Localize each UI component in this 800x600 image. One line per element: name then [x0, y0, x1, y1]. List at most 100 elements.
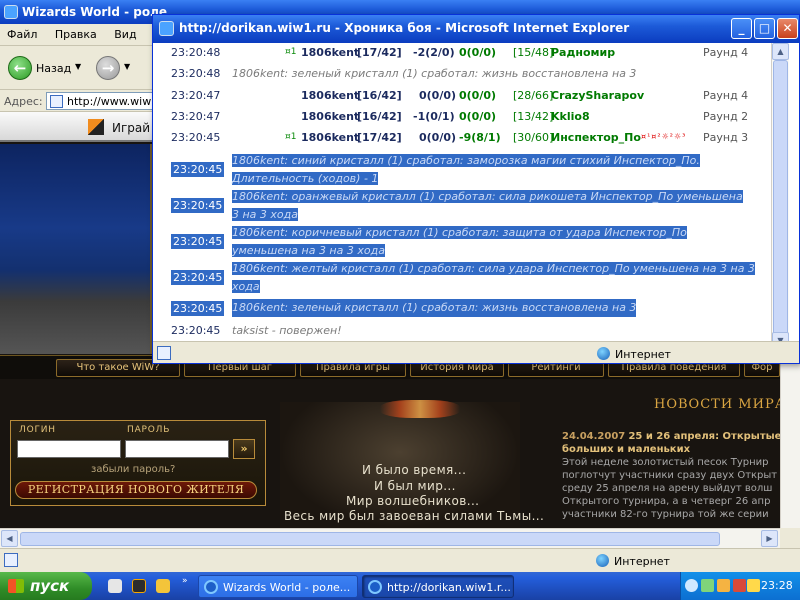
minimize-button[interactable]: _ — [731, 18, 752, 39]
log-time: 23:20:45 — [171, 270, 225, 285]
log-row: 23:20:47 1806kent [16/42] 0(0/0) 0(0/0) … — [155, 86, 771, 106]
quicklaunch-app-icon[interactable] — [108, 579, 122, 593]
back-dropdown-icon[interactable]: ▼ — [75, 62, 81, 71]
page-horizontal-scrollbar[interactable]: ◀ ▶ — [0, 528, 780, 548]
register-button[interactable]: РЕГИСТРАЦИЯ НОВОГО ЖИТЕЛЯ — [15, 481, 257, 499]
log-message: 1806kent: зеленый кристалл (1) сработал:… — [232, 299, 637, 317]
popup-titlebar[interactable]: http://dorikan.wiw1.ru - Хроника боя - M… — [153, 15, 799, 43]
tray-expand-icon[interactable] — [685, 579, 698, 592]
login-submit-button[interactable]: » — [233, 439, 255, 459]
taskbar-battle-chronicle[interactable]: http://dorikan.wiw1.r... — [362, 575, 514, 598]
log-row: 23:20:45 taksist - повержен! — [155, 321, 771, 341]
log-time: 23:20:45 — [171, 301, 225, 316]
tray-network-icon[interactable] — [701, 579, 714, 592]
log-vertical-scrollbar[interactable]: ▲ ▼ — [771, 43, 789, 351]
play-label[interactable]: Играй — [112, 121, 150, 135]
log-time: 23:20:47 — [171, 89, 221, 102]
opponent-name[interactable]: Инспектор_По — [551, 131, 641, 144]
log-time: 23:20:45 — [171, 162, 225, 177]
player-hp: [16/42] — [357, 110, 402, 123]
password-input[interactable] — [125, 440, 229, 458]
start-label: пуск — [30, 577, 70, 595]
play-logo-icon — [88, 119, 104, 135]
background-window-title: Wizards World - роле — [22, 5, 168, 19]
damage-dealt: 0(0/0) — [419, 89, 457, 102]
news-body-line: поглотчут участники сразу двух Открыт — [562, 470, 778, 481]
log-message-line: уменьшена на 3 на 3 хода — [232, 244, 385, 257]
quicklaunch-folder-icon[interactable] — [156, 579, 170, 593]
opponent-name[interactable]: Kklio8 — [551, 110, 590, 123]
news-headline-cont[interactable]: больших и маленьких — [562, 444, 690, 455]
menu-edit[interactable]: Правка — [48, 24, 104, 41]
log-message: 1806kent: оранжевый кристалл (1) сработа… — [232, 188, 768, 224]
opponent-name[interactable]: CrazySharapov — [551, 89, 644, 102]
scroll-left-icon[interactable]: ◀ — [1, 530, 18, 547]
log-time: 23:20:45 — [171, 198, 225, 213]
log-row-selected: 23:20:45 1806kent: желтый кристалл (1) с… — [155, 260, 771, 296]
damage-taken: -9(8/1) — [459, 131, 501, 144]
background-status-bar: Интернет — [0, 548, 800, 572]
log-time: 23:20:45 — [171, 131, 221, 144]
ie-icon — [204, 580, 218, 594]
log-row-selected: 23:20:45 1806kent: синий кристалл (1) ср… — [155, 152, 771, 188]
menu-file[interactable]: Файл — [0, 24, 44, 41]
log-message-line: 3 на 3 хода — [232, 208, 299, 221]
windows-flag-icon — [8, 579, 24, 593]
scroll-right-icon[interactable]: ▶ — [761, 530, 778, 547]
round-label: Раунд 3 — [703, 131, 749, 144]
back-button-label[interactable]: Назад — [36, 62, 71, 75]
clock[interactable]: 23:28 — [761, 579, 793, 592]
log-time: 23:20:47 — [171, 110, 221, 123]
battle-log: 23:20:48 ¤1 1806kent [17/42] -2(2/0) 0(0… — [155, 43, 771, 351]
opponent-hp: [28/66] — [513, 89, 554, 102]
start-button[interactable]: пуск — [0, 572, 92, 600]
opponent-hp: [30/60] — [513, 131, 554, 144]
tray-app-icon[interactable] — [733, 579, 746, 592]
ie-icon — [368, 580, 382, 594]
log-row-selected: 23:20:45 1806kent: зеленый кристалл (1) … — [155, 299, 771, 319]
menu-view[interactable]: Вид — [107, 24, 143, 41]
player-name[interactable]: 1806kent — [301, 110, 359, 123]
back-arrow-icon[interactable]: ← — [8, 56, 32, 80]
tagline-line-2: И был мир... — [374, 479, 456, 493]
forward-dropdown-icon[interactable]: ▼ — [124, 62, 130, 71]
log-time: 23:20:48 — [171, 67, 221, 80]
status-mark-icon: ¤1 — [285, 47, 297, 57]
player-name[interactable]: 1806kent — [301, 89, 359, 102]
log-row: 23:20:47 1806kent [16/42] -1(0/1) 0(0/0)… — [155, 107, 771, 127]
forward-arrow-icon[interactable]: → — [96, 56, 120, 80]
opponent-name[interactable]: Радномир — [551, 46, 615, 59]
login-label: ЛОГИН — [19, 425, 56, 435]
page-done-icon — [4, 553, 18, 567]
round-label: Раунд 4 — [703, 89, 749, 102]
news-body-line: среду 25 апреля на арену выйдут волш — [562, 483, 773, 494]
tray-security-icon[interactable] — [717, 579, 730, 592]
news-item: 24.04.2007 25 и 26 апреля: Открытые боль… — [562, 430, 780, 521]
vertical-scroll-thumb[interactable] — [773, 60, 788, 342]
log-message: 1806kent: синий кристалл (1) сработал: з… — [232, 152, 768, 188]
taskbar-wizards-world[interactable]: Wizards World - роле... — [198, 575, 358, 598]
player-name[interactable]: 1806kent — [301, 131, 359, 144]
news-heading: НОВОСТИ МИРА — [654, 397, 780, 412]
maximize-button[interactable]: □ — [754, 18, 775, 39]
close-button[interactable]: ✕ — [777, 18, 798, 39]
battle-chronicle-window: http://dorikan.wiw1.ru - Хроника боя - M… — [152, 14, 800, 364]
forgot-password-link[interactable]: забыли пароль? — [91, 464, 175, 475]
opponent-hp: [13/42] — [513, 110, 554, 123]
login-input[interactable] — [17, 440, 121, 458]
quicklaunch-game-icon[interactable] — [132, 579, 146, 593]
effect-icons: ¤¹¤²☼²☼³ — [641, 132, 687, 141]
damage-dealt: 0(0/0) — [419, 131, 457, 144]
horizontal-scroll-thumb[interactable] — [20, 532, 720, 546]
log-row: 23:20:48 ¤1 1806kent [17/42] -2(2/0) 0(0… — [155, 43, 771, 63]
log-message-line: 1806kent: синий кристалл (1) сработал: з… — [232, 154, 700, 167]
news-body-line: участники 82-го турнира той же серии — [562, 509, 769, 520]
player-name[interactable]: 1806kent — [301, 46, 359, 59]
tray-volume-icon[interactable] — [747, 579, 760, 592]
damage-dealt: -2(2/0) — [413, 46, 455, 59]
log-message-line: Длительность (ходов) - 1 — [232, 172, 379, 185]
news-headline[interactable]: 25 и 26 апреля: Открытые — [628, 431, 780, 442]
login-panel: ЛОГИН ПАРОЛЬ » забыли пароль? РЕГИСТРАЦИ… — [10, 420, 266, 506]
quicklaunch-more-icon[interactable]: » — [182, 576, 188, 586]
scroll-up-icon[interactable]: ▲ — [772, 43, 789, 60]
